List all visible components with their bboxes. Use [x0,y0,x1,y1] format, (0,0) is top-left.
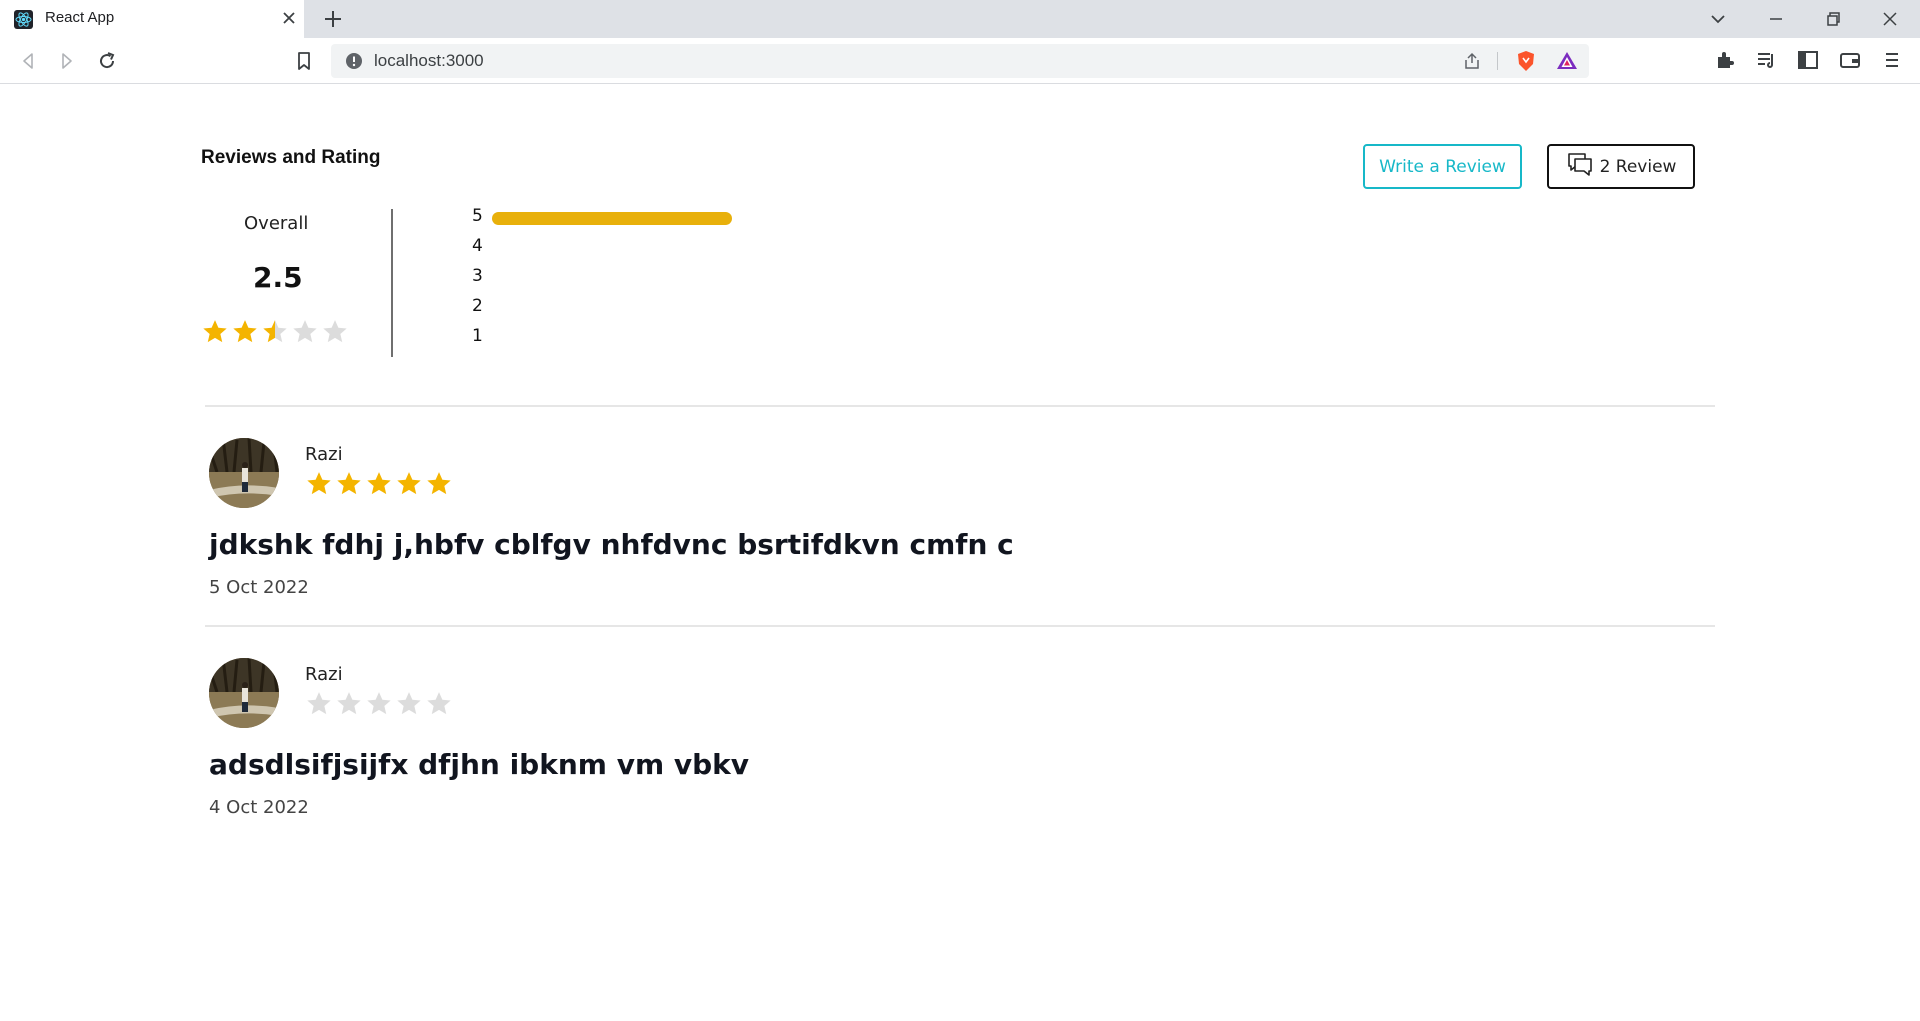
star-filled-icon [203,320,227,343]
wallet-icon[interactable] [1838,48,1862,72]
reviewer-name: Razi [305,664,343,685]
close-tab-icon[interactable] [281,10,297,26]
review-date: 4 Oct 2022 [209,797,309,818]
review-item: Razi jdkshk fdhj j,hbfv cblfgv nhfdvnc b… [209,438,1709,638]
review-text: jdkshk fdhj j,hbfv cblfgv nhfdvnc bsrtif… [209,528,1014,561]
back-icon[interactable] [15,48,41,74]
star-empty-icon [427,692,451,715]
vertical-divider [391,209,393,357]
review-count-label: 2 Review [1599,156,1677,177]
tab-search-icon[interactable] [1706,7,1730,31]
reviews-page: Reviews and Rating Write a Review 2 Revi… [0,85,1920,1021]
star-empty-icon [397,692,421,715]
review-date: 5 Oct 2022 [209,577,309,598]
distribution-label: 2 [472,296,483,316]
browser-tab-bar: React App [0,0,1920,38]
restore-icon[interactable] [1821,7,1845,31]
review-item: Razi adsdlsifjsijfx dfjhn ibknm vm vbkv … [209,658,1709,858]
sidebar-icon[interactable] [1796,48,1820,72]
menu-icon[interactable] [1880,48,1904,72]
react-favicon-icon [14,10,33,29]
url-text[interactable]: localhost:3000 [374,51,484,71]
overall-rating-value: 2.5 [253,261,303,294]
share-icon[interactable] [1462,51,1482,71]
overall-label: Overall [244,213,309,234]
star-empty-icon [323,320,347,343]
section-title: Reviews and Rating [201,147,381,168]
chat-bubbles-icon [1566,151,1594,182]
extensions-icon[interactable] [1713,48,1737,72]
bookmark-icon[interactable] [291,48,317,74]
star-half-icon [263,320,287,343]
distribution-label: 4 [472,236,483,256]
new-tab-icon[interactable] [322,8,344,30]
star-filled-icon [233,320,257,343]
star-empty-icon [367,692,391,715]
distribution-bar [492,212,732,225]
address-bar-divider [1497,52,1498,70]
avatar [209,438,279,508]
avatar [209,658,279,728]
star-filled-icon [427,472,451,495]
close-window-icon[interactable] [1878,7,1902,31]
write-review-button[interactable]: Write a Review [1363,144,1522,189]
star-empty-icon [307,692,331,715]
browser-toolbar: localhost:3000 [0,38,1920,84]
horizontal-divider [205,405,1715,407]
star-filled-icon [307,472,331,495]
site-info-icon[interactable] [345,52,363,70]
star-filled-icon [337,472,361,495]
review-count-button[interactable]: 2 Review [1547,144,1695,189]
star-filled-icon [367,472,391,495]
brave-rewards-icon[interactable] [1555,49,1579,73]
review-rating-stars [305,690,453,720]
review-rating-stars [305,470,453,500]
tab-title: React App [45,9,115,26]
distribution-label: 1 [472,326,483,346]
review-text: adsdlsifjsijfx dfjhn ibknm vm vbkv [209,748,750,781]
star-empty-icon [337,692,361,715]
reviewer-name: Razi [305,444,343,465]
browser-tab[interactable]: React App [0,0,304,38]
reload-icon[interactable] [94,48,120,74]
distribution-label: 5 [472,206,483,226]
overall-rating-stars [201,318,349,348]
horizontal-divider [205,625,1715,627]
media-queue-icon[interactable] [1755,48,1779,72]
address-bar[interactable]: localhost:3000 [331,44,1589,78]
star-filled-icon [397,472,421,495]
minimize-icon[interactable] [1764,7,1788,31]
distribution-label: 3 [472,266,483,286]
brave-shields-icon[interactable] [1514,49,1538,73]
star-empty-icon [293,320,317,343]
forward-icon[interactable] [54,48,80,74]
